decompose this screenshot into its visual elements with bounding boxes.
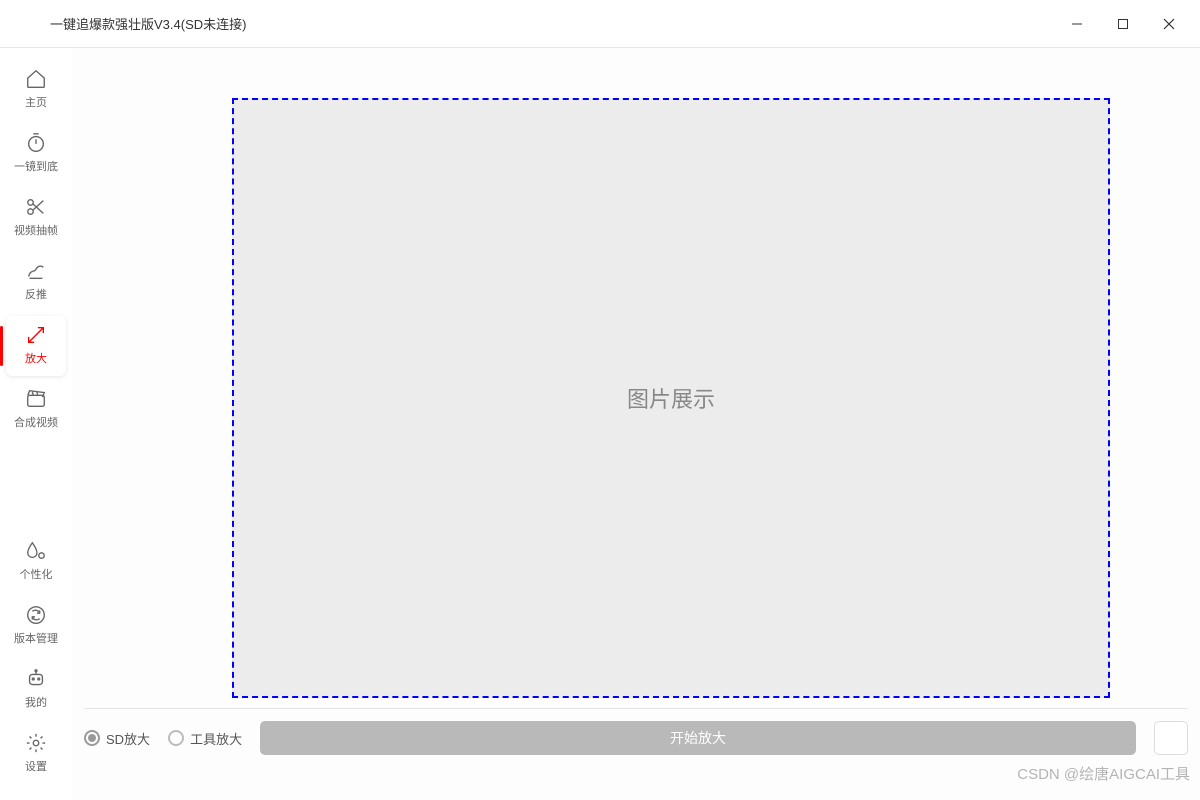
sidebar-item-label: 反推 <box>25 286 47 302</box>
radio-label: 工具放大 <box>190 729 242 748</box>
sidebar-bottom: 个性化 版本管理 我的 设置 <box>0 532 72 788</box>
sidebar-item-home[interactable]: 主页 <box>6 60 66 120</box>
sidebar-item-settings[interactable]: 设置 <box>6 724 66 784</box>
image-dropzone[interactable]: 图片展示 <box>232 98 1110 698</box>
dropzone-text: 图片展示 <box>627 382 715 414</box>
sidebar-top: 主页 一镜到底 视频抽帧 反推 <box>0 60 72 444</box>
main-layout: 主页 一镜到底 视频抽帧 反推 <box>0 48 1200 800</box>
sidebar-item-label: 视频抽帧 <box>14 222 58 238</box>
sidebar-item-label: 版本管理 <box>14 630 58 646</box>
sidebar-item-label: 一镜到底 <box>14 158 58 174</box>
start-enlarge-button[interactable]: 开始放大 <box>260 721 1136 755</box>
maximize-button[interactable] <box>1100 8 1146 40</box>
minimize-icon <box>1071 18 1083 30</box>
robot-icon <box>25 668 47 690</box>
radio-sd-enlarge[interactable]: SD放大 <box>84 729 150 748</box>
radio-icon <box>168 730 184 746</box>
sidebar-item-compose[interactable]: 合成视频 <box>6 380 66 440</box>
sidebar-item-version[interactable]: 版本管理 <box>6 596 66 656</box>
close-button[interactable] <box>1146 8 1192 40</box>
sidebar-item-mine[interactable]: 我的 <box>6 660 66 720</box>
extra-action-button[interactable] <box>1154 721 1188 755</box>
sidebar-item-reverse[interactable]: 反推 <box>6 252 66 312</box>
sidebar-item-label: 设置 <box>25 758 47 774</box>
radio-icon <box>84 730 100 746</box>
sidebar-item-label: 放大 <box>25 350 47 366</box>
sidebar-item-enlarge[interactable]: 放大 <box>6 316 66 376</box>
expand-icon <box>25 324 47 346</box>
drop-icon <box>25 540 47 562</box>
refresh-icon <box>25 604 47 626</box>
content-area: 图片展示 SD放大 工具放大 开始放大 <box>72 48 1200 800</box>
close-icon <box>1163 18 1175 30</box>
sidebar-item-label: 个性化 <box>20 566 53 582</box>
sidebar-item-label: 合成视频 <box>14 414 58 430</box>
enlarge-mode-radio-group: SD放大 工具放大 <box>84 729 242 748</box>
sidebar-item-extract[interactable]: 视频抽帧 <box>6 188 66 248</box>
maximize-icon <box>1117 18 1129 30</box>
sidebar-item-label: 我的 <box>25 694 47 710</box>
window-controls <box>1054 8 1192 40</box>
radio-tool-enlarge[interactable]: 工具放大 <box>168 729 242 748</box>
radio-label: SD放大 <box>106 729 150 748</box>
titlebar: 一键追爆款强壮版V3.4(SD未连接) <box>0 0 1200 48</box>
bottom-bar: SD放大 工具放大 开始放大 <box>84 708 1188 769</box>
scissors-icon <box>25 196 47 218</box>
sidebar-item-personalize[interactable]: 个性化 <box>6 532 66 592</box>
window-title: 一键追爆款强壮版V3.4(SD未连接) <box>50 14 246 33</box>
sidebar-item-label: 主页 <box>25 94 47 110</box>
scribble-icon <box>25 260 47 282</box>
sidebar: 主页 一镜到底 视频抽帧 反推 <box>0 48 72 800</box>
sidebar-item-oneshot[interactable]: 一镜到底 <box>6 124 66 184</box>
home-icon <box>25 68 47 90</box>
clapper-icon <box>25 388 47 410</box>
gear-icon <box>25 732 47 754</box>
timer-icon <box>25 132 47 154</box>
minimize-button[interactable] <box>1054 8 1100 40</box>
